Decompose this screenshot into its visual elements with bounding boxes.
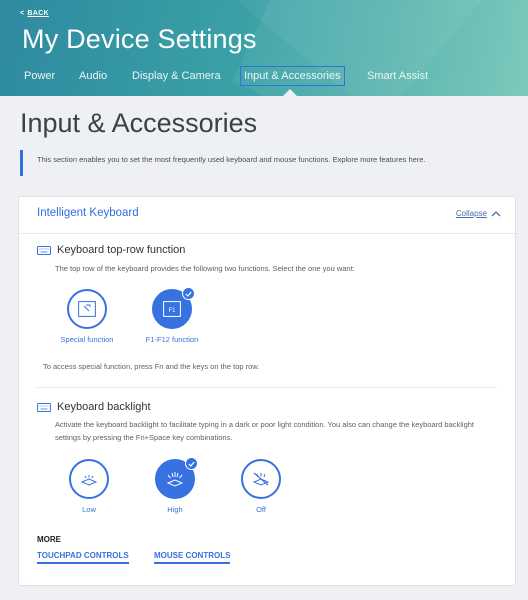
more-heading: MORE — [37, 535, 61, 544]
page-title: Input & Accessories — [20, 108, 258, 138]
collapse-label: Collapse — [455, 209, 487, 218]
tab-power[interactable]: Power — [22, 66, 57, 86]
chevron-up-icon — [491, 211, 501, 217]
f1-key-icon: F1 — [163, 301, 181, 317]
top-row-description: The top row of the keyboard provides the… — [55, 264, 355, 273]
backlight-title: Keyboard backlight — [57, 401, 151, 413]
touchpad-controls-link[interactable]: TOUCHPAD CONTROLS — [37, 551, 129, 564]
backlight-description: Activate the keyboard backlight to facil… — [55, 420, 475, 442]
f1-key-text: F1 — [168, 308, 176, 314]
option-label: Off — [256, 505, 266, 514]
backlight-low-icon — [80, 475, 98, 486]
tab-smart-assist[interactable]: Smart Assist — [365, 66, 430, 86]
top-row-note: To access special function, press Fn and… — [43, 362, 260, 371]
keyboard-icon — [37, 402, 51, 412]
option-circle — [69, 459, 109, 499]
option-f1-f12-function[interactable]: F1 F1-F12 function — [127, 287, 217, 344]
active-tab-indicator — [283, 89, 297, 96]
option-circle: F1 — [152, 287, 195, 329]
tab-audio[interactable]: Audio — [77, 66, 109, 86]
card-header: Intelligent Keyboard Collapse — [19, 197, 515, 234]
option-special-function[interactable]: Special function — [42, 289, 132, 344]
option-label: F1-F12 function — [145, 335, 199, 344]
mouse-controls-link[interactable]: MOUSE CONTROLS — [154, 551, 231, 564]
intro-text: This section enables you to set the most… — [20, 150, 500, 176]
card-title: Intelligent Keyboard — [37, 207, 139, 219]
app-header: < BACK My Device Settings Power Audio Di… — [0, 0, 528, 96]
backlight-off-icon — [252, 472, 270, 486]
option-circle — [155, 457, 198, 499]
option-label: Special function — [60, 335, 114, 344]
option-backlight-low[interactable]: Low — [44, 459, 134, 514]
intelligent-keyboard-card: Intelligent Keyboard Collapse Keyboard t… — [18, 196, 516, 586]
option-backlight-high[interactable]: High — [130, 457, 220, 514]
option-circle — [241, 459, 281, 499]
option-circle — [67, 289, 107, 329]
checkmark-icon — [182, 287, 195, 300]
top-row-title: Keyboard top-row function — [57, 244, 186, 256]
special-function-key-icon — [78, 301, 96, 317]
top-row-section-heading: Keyboard top-row function — [37, 244, 185, 256]
tab-display-camera[interactable]: Display & Camera — [130, 66, 223, 86]
option-label: High — [167, 505, 183, 514]
backlight-high-icon — [166, 472, 184, 487]
tab-input-accessories[interactable]: Input & Accessories — [240, 66, 345, 86]
back-link[interactable]: < BACK — [20, 10, 49, 17]
checkmark-icon — [185, 457, 198, 470]
collapse-button[interactable]: Collapse — [456, 209, 501, 218]
tab-bar: Power Audio Display & Camera Input & Acc… — [0, 62, 528, 96]
chevron-left-icon: < — [20, 10, 25, 17]
section-divider — [37, 387, 497, 388]
backlight-section-heading: Keyboard backlight — [37, 401, 151, 413]
app-title: My Device Settings — [22, 24, 257, 54]
back-label: BACK — [27, 10, 49, 17]
option-label: Low — [82, 505, 96, 514]
keyboard-icon — [37, 245, 51, 255]
option-backlight-off[interactable]: Off — [216, 459, 306, 514]
